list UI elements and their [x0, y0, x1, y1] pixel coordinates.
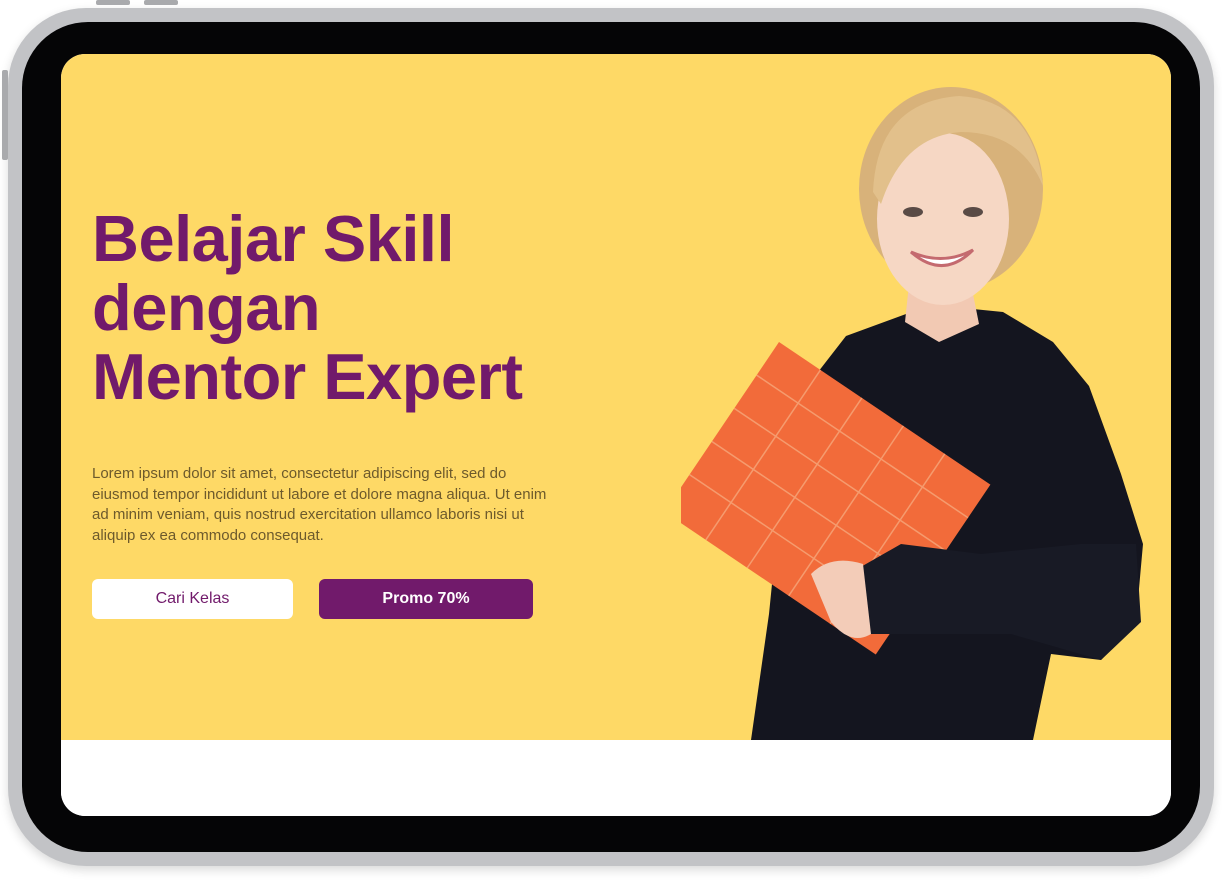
eye-left [903, 207, 923, 217]
volume-button [2, 70, 8, 160]
bottom-bar [61, 740, 1171, 816]
headline-line-2: dengan [92, 271, 321, 344]
student-photo [681, 87, 1143, 740]
top-button-secondary [144, 0, 178, 5]
headline-line-1: Belajar Skill [92, 202, 455, 275]
eye-right [963, 207, 983, 217]
search-class-button[interactable]: Cari Kelas [92, 579, 293, 619]
promo-button[interactable]: Promo 70% [319, 579, 533, 619]
top-button [96, 0, 130, 5]
hero-description: Lorem ipsum dolor sit amet, consectetur … [92, 465, 547, 544]
hero-section: Belajar Skill dengan Mentor Expert Lorem… [61, 54, 1171, 740]
hero-headline: Belajar Skill dengan Mentor Expert [92, 204, 612, 411]
tablet-screen: Belajar Skill dengan Mentor Expert Lorem… [61, 54, 1171, 816]
headline-line-3: Mentor Expert [92, 340, 523, 413]
